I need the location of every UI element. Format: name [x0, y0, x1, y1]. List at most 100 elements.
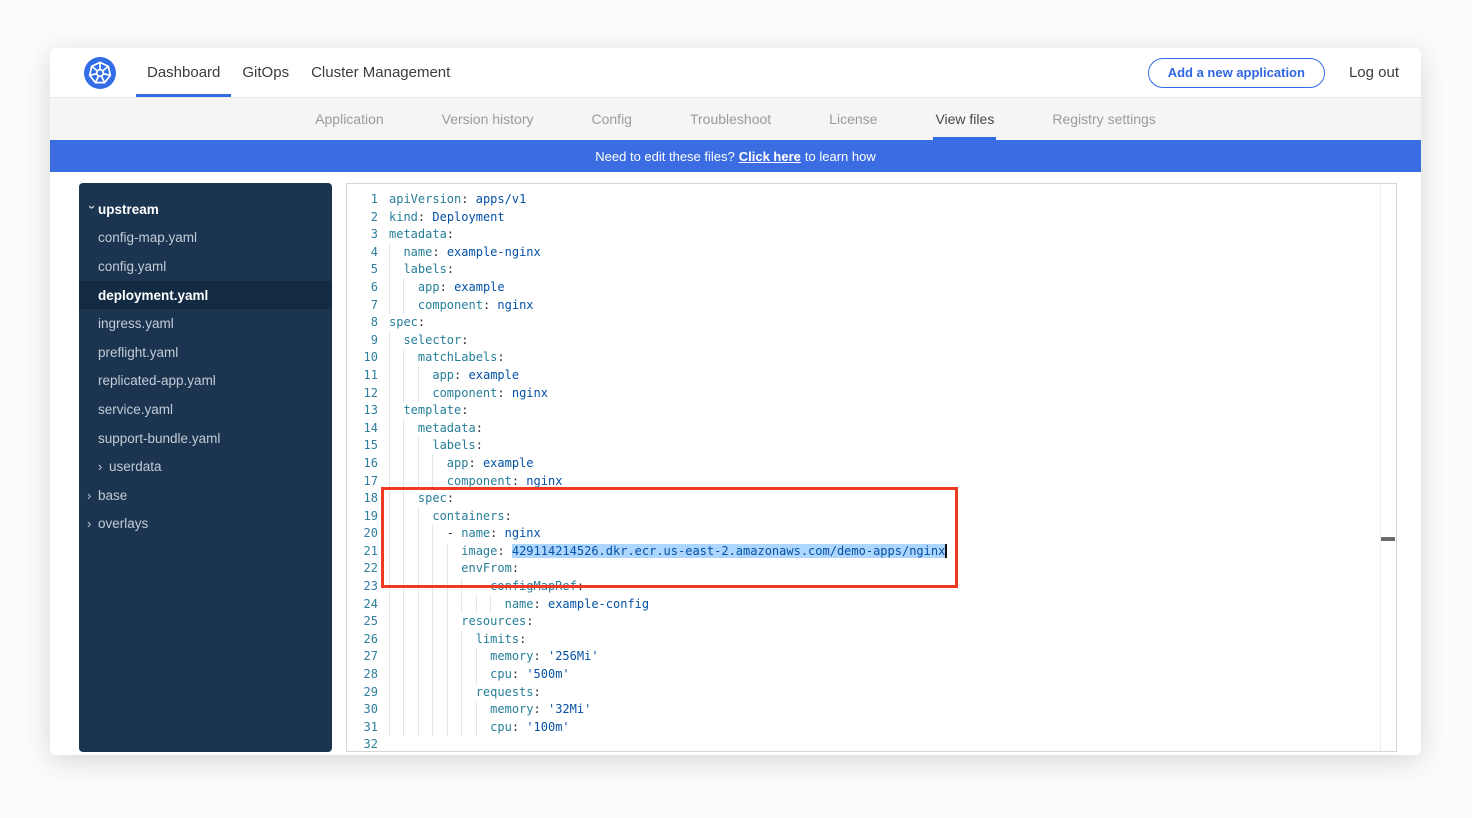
tree-item-label: config-map.yaml [98, 230, 197, 245]
selected-image-value: 429114214526.dkr.ecr.us-east-2.amazonaws… [512, 544, 945, 558]
code-line-2[interactable]: 2kind: Deployment [347, 209, 1396, 227]
code-text: app: example [389, 279, 505, 297]
sidebar-item-overlays[interactable]: ›overlays [79, 510, 332, 539]
code-line-21[interactable]: 21 image: 429114214526.dkr.ecr.us-east-2… [347, 543, 1396, 561]
line-number: 28 [347, 666, 378, 684]
line-number: 27 [347, 648, 378, 666]
kubernetes-logo-icon [84, 57, 116, 89]
code-line-14[interactable]: 14 metadata: [347, 420, 1396, 438]
code-line-4[interactable]: 4 name: example-nginx [347, 244, 1396, 262]
line-number: 24 [347, 596, 378, 614]
banner-text-prefix: Need to edit these files? [595, 149, 734, 164]
line-number: 31 [347, 719, 378, 737]
overview-ruler-cursor-marker [1381, 537, 1395, 541]
tab-version-history[interactable]: Version history [440, 98, 536, 140]
tree-item-label: support-bundle.yaml [98, 431, 220, 446]
code-line-1[interactable]: 1apiVersion: apps/v1 [347, 191, 1396, 209]
code-line-15[interactable]: 15 labels: [347, 437, 1396, 455]
code-line-32[interactable]: 32 [347, 736, 1396, 752]
tree-item-label: userdata [109, 459, 162, 474]
sidebar-item-base[interactable]: ›base [79, 481, 332, 510]
code-line-8[interactable]: 8spec: [347, 314, 1396, 332]
sidebar-item-replicated-app-yaml[interactable]: replicated-app.yaml [79, 367, 332, 396]
sidebar-item-support-bundle-yaml[interactable]: support-bundle.yaml [79, 424, 332, 453]
code-line-9[interactable]: 9 selector: [347, 332, 1396, 350]
code-line-12[interactable]: 12 component: nginx [347, 385, 1396, 403]
nav-tab-dashboard[interactable]: Dashboard [136, 48, 231, 97]
line-number: 6 [347, 279, 378, 297]
code-text: component: nginx [389, 473, 562, 491]
yaml-value: apps/v1 [476, 192, 527, 206]
code-line-5[interactable]: 5 labels: [347, 261, 1396, 279]
code-text: requests: [389, 684, 541, 702]
code-text: template: [389, 402, 468, 420]
code-line-28[interactable]: 28 cpu: '500m' [347, 666, 1396, 684]
code-text: kind: Deployment [389, 209, 505, 227]
chevron-down-icon: › [85, 205, 100, 216]
line-number: 18 [347, 490, 378, 508]
sidebar-item-service-yaml[interactable]: service.yaml [79, 395, 332, 424]
sidebar-item-ingress-yaml[interactable]: ingress.yaml [79, 309, 332, 338]
sidebar-item-config-yaml[interactable]: config.yaml [79, 252, 332, 281]
tab-view-files[interactable]: View files [933, 98, 996, 140]
code-text: component: nginx [389, 297, 534, 315]
code-line-3[interactable]: 3metadata: [347, 226, 1396, 244]
sidebar-item-preflight-yaml[interactable]: preflight.yaml [79, 338, 332, 367]
yaml-value: nginx [497, 298, 533, 312]
code-text: apiVersion: apps/v1 [389, 191, 526, 209]
code-line-29[interactable]: 29 requests: [347, 684, 1396, 702]
yaml-value: '32Mi' [548, 702, 591, 716]
yaml-value: nginx [526, 474, 562, 488]
code-line-6[interactable]: 6 app: example [347, 279, 1396, 297]
code-text: name: example-nginx [389, 244, 541, 262]
code-line-31[interactable]: 31 cpu: '100m' [347, 719, 1396, 737]
line-number: 20 [347, 525, 378, 543]
code-line-16[interactable]: 16 app: example [347, 455, 1396, 473]
code-line-20[interactable]: 20 - name: nginx [347, 525, 1396, 543]
code-line-25[interactable]: 25 resources: [347, 613, 1396, 631]
info-banner: Need to edit these files? Click here to … [50, 140, 1421, 172]
nav-tab-cluster-management[interactable]: Cluster Management [300, 48, 461, 97]
nav-tab-gitops[interactable]: GitOps [231, 48, 300, 97]
chevron-right-icon: › [87, 488, 98, 503]
code-text: component: nginx [389, 385, 548, 403]
tab-config[interactable]: Config [590, 98, 634, 140]
yaml-code-editor[interactable]: 1apiVersion: apps/v12kind: Deployment3me… [346, 183, 1397, 752]
yaml-value: '100m' [526, 720, 569, 734]
code-line-24[interactable]: 24 name: example-config [347, 596, 1396, 614]
sidebar-item-userdata[interactable]: ›userdata [79, 452, 332, 481]
line-number: 10 [347, 349, 378, 367]
yaml-value: '500m' [526, 667, 569, 681]
code-text: limits: [389, 631, 526, 649]
code-line-7[interactable]: 7 component: nginx [347, 297, 1396, 315]
code-text: labels: [389, 437, 483, 455]
line-number: 19 [347, 508, 378, 526]
code-line-22[interactable]: 22 envFrom: [347, 560, 1396, 578]
code-text: image: 429114214526.dkr.ecr.us-east-2.am… [389, 543, 947, 561]
code-line-11[interactable]: 11 app: example [347, 367, 1396, 385]
code-line-18[interactable]: 18 spec: [347, 490, 1396, 508]
tab-registry-settings[interactable]: Registry settings [1050, 98, 1157, 140]
code-line-30[interactable]: 30 memory: '32Mi' [347, 701, 1396, 719]
code-line-13[interactable]: 13 template: [347, 402, 1396, 420]
code-line-10[interactable]: 10 matchLabels: [347, 349, 1396, 367]
tab-application[interactable]: Application [313, 98, 386, 140]
sidebar-item-upstream[interactable]: ›upstream [79, 195, 332, 224]
sidebar-item-deployment-yaml[interactable]: deployment.yaml [79, 281, 332, 310]
tab-license[interactable]: License [827, 98, 879, 140]
code-line-19[interactable]: 19 containers: [347, 508, 1396, 526]
add-application-button[interactable]: Add a new application [1148, 58, 1325, 88]
chevron-right-icon: › [87, 516, 98, 531]
code-line-26[interactable]: 26 limits: [347, 631, 1396, 649]
banner-link[interactable]: Click here [739, 149, 801, 164]
sidebar-item-config-map-yaml[interactable]: config-map.yaml [79, 224, 332, 253]
code-line-23[interactable]: 23 - configMapRef: [347, 578, 1396, 596]
line-number: 11 [347, 367, 378, 385]
logout-button[interactable]: Log out [1349, 64, 1399, 81]
line-number: 16 [347, 455, 378, 473]
tab-troubleshoot[interactable]: Troubleshoot [688, 98, 773, 140]
yaml-value: nginx [505, 526, 541, 540]
code-line-17[interactable]: 17 component: nginx [347, 473, 1396, 491]
line-number: 26 [347, 631, 378, 649]
code-line-27[interactable]: 27 memory: '256Mi' [347, 648, 1396, 666]
